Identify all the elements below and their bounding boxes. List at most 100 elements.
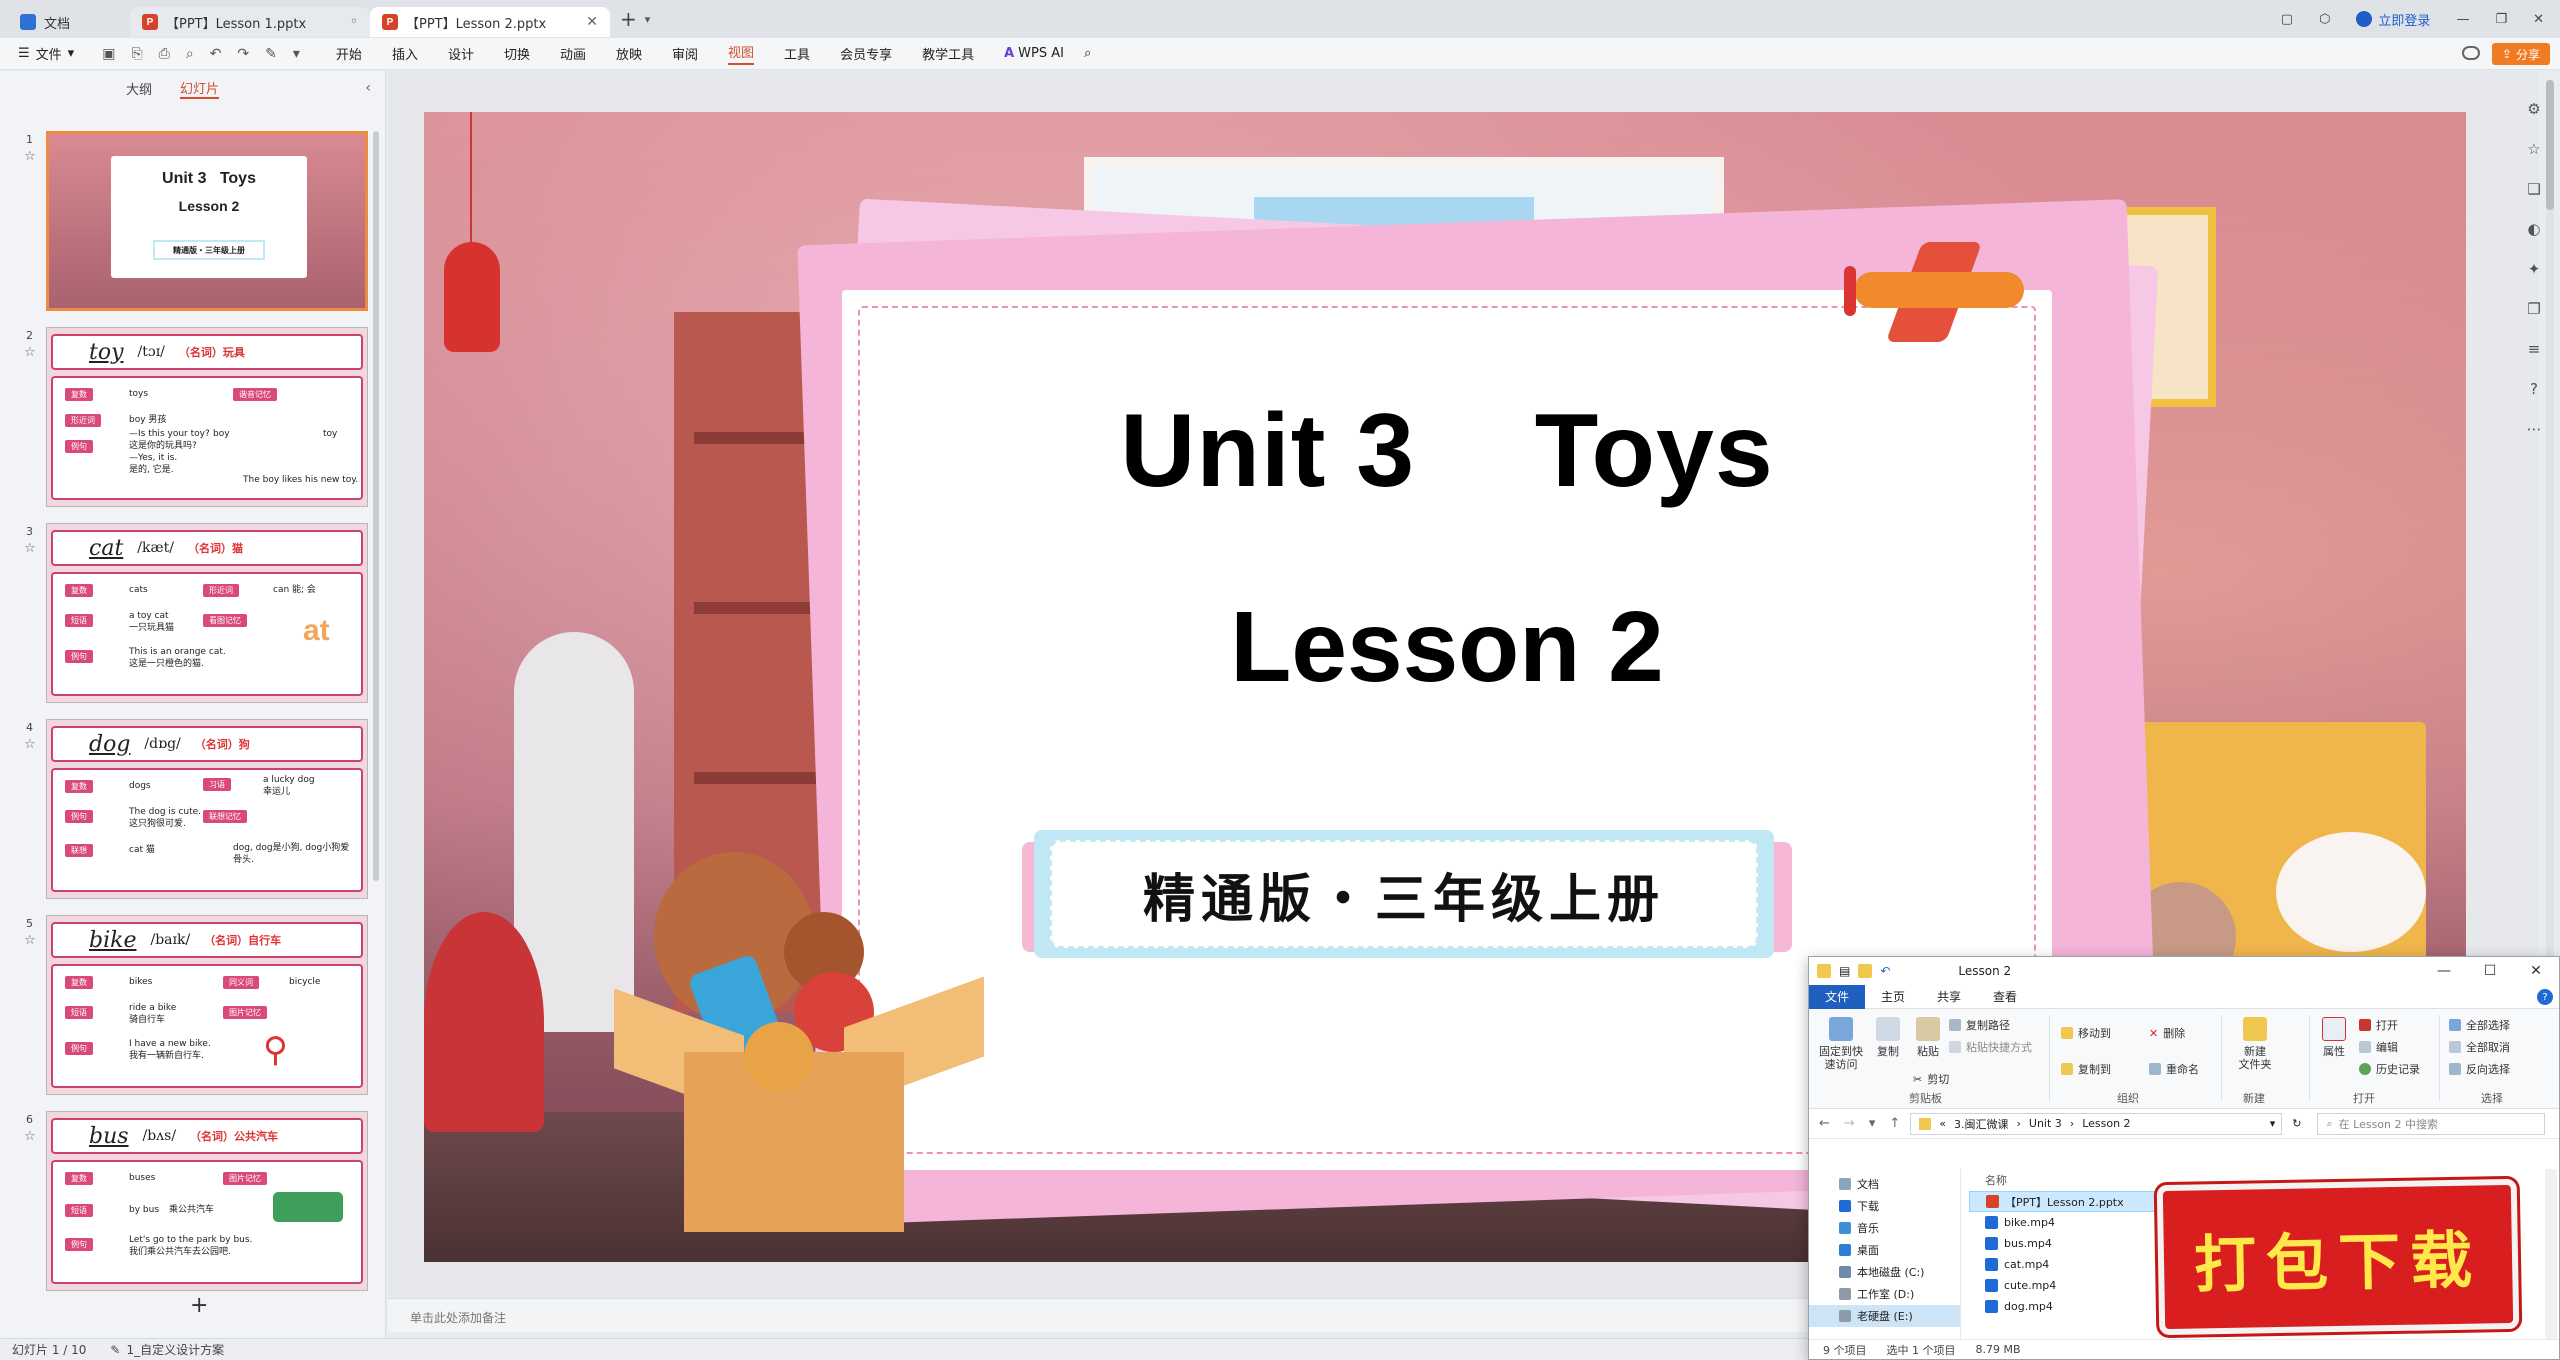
tab-outline[interactable]: 大纲: [126, 79, 152, 98]
notes-pane[interactable]: 单击此处添加备注: [388, 1298, 1808, 1332]
breadcrumb-item[interactable]: 3.闽汇微课: [1954, 1116, 2009, 1132]
refresh-icon[interactable]: ↻: [2292, 1117, 2301, 1130]
copy-to-button[interactable]: 复制到: [2061, 1061, 2111, 1077]
tab-lesson-2[interactable]: P 【PPT】Lesson 2.pptx ✕: [370, 7, 610, 37]
thumbnail-scrollbar[interactable]: [373, 131, 379, 881]
help-icon[interactable]: ?: [2537, 989, 2553, 1005]
download-banner[interactable]: 打包下载: [2156, 1178, 2520, 1336]
more-icon[interactable]: ⋯: [2527, 420, 2542, 438]
menu-design[interactable]: 设计: [448, 44, 474, 63]
tab-home[interactable]: 主页: [1865, 985, 1921, 1009]
menu-teaching-tools[interactable]: 教学工具: [922, 44, 974, 63]
nav-downloads[interactable]: 下载: [1809, 1195, 1960, 1217]
star-icon[interactable]: ☆: [24, 345, 36, 360]
slide-thumbnail[interactable]: cat /kæt/ （名词）猫 复数 cats 形近词 can 能; 会 短语 …: [46, 523, 368, 703]
nav-music[interactable]: 音乐: [1809, 1217, 1960, 1239]
tab-list-chevron-icon[interactable]: ▾: [645, 13, 651, 26]
slide-thumbnail[interactable]: dog /dɒg/ （名词）狗 复数 dogs 习语 a lucky dog 幸…: [46, 719, 368, 899]
layers-icon[interactable]: ≡: [2528, 340, 2541, 358]
tab-share[interactable]: 共享: [1921, 985, 1977, 1009]
nav-desktop[interactable]: 桌面: [1809, 1239, 1960, 1261]
maximize-icon[interactable]: ☐: [2467, 957, 2513, 985]
menu-review[interactable]: 审阅: [672, 44, 698, 63]
properties-button[interactable]: 属性: [2319, 1017, 2349, 1058]
paste-button[interactable]: 粘贴: [1913, 1017, 1943, 1058]
tab-close-icon[interactable]: ✕: [586, 14, 598, 30]
star-icon[interactable]: ☆: [24, 737, 36, 752]
star-icon[interactable]: ☆: [24, 933, 36, 948]
select-all-button[interactable]: 全部选择: [2449, 1017, 2510, 1033]
history-chevron-icon[interactable]: ▾: [1869, 1116, 1876, 1131]
invert-selection-button[interactable]: 反向选择: [2449, 1061, 2510, 1077]
breadcrumb-item[interactable]: Lesson 2: [2082, 1117, 2130, 1130]
book-icon[interactable]: ❐: [2527, 300, 2540, 318]
textbook-badge[interactable]: 精通版・三年级上册: [1050, 840, 1758, 948]
help-icon[interactable]: ?: [2530, 380, 2538, 398]
edit-button[interactable]: 编辑: [2359, 1039, 2398, 1055]
search-icon[interactable]: ⌕: [1084, 46, 1091, 61]
close-window-icon[interactable]: ✕: [2533, 12, 2544, 27]
properties-icon[interactable]: ▤: [1839, 964, 1850, 978]
search-input[interactable]: ⌕ 在 Lesson 2 中搜索: [2317, 1112, 2546, 1135]
print-preview-icon[interactable]: ⌕: [186, 46, 194, 62]
paste-shortcut-button[interactable]: 粘贴快捷方式: [1949, 1039, 2032, 1055]
layout-icon[interactable]: ▢: [2281, 12, 2293, 27]
address-chevron-icon[interactable]: ▾: [2270, 1117, 2282, 1130]
menu-insert[interactable]: 插入: [392, 44, 418, 63]
more-chevron-icon[interactable]: ▾: [293, 46, 300, 62]
cube-icon[interactable]: ⬡: [2319, 12, 2330, 27]
menu-home[interactable]: 开始: [336, 44, 362, 63]
new-tab-icon[interactable]: +: [620, 7, 637, 31]
print-icon[interactable]: ⎙: [159, 46, 170, 62]
copy-button[interactable]: 复制: [1873, 1017, 1903, 1058]
new-folder-button[interactable]: 新建 文件夹: [2235, 1017, 2275, 1071]
menu-tools[interactable]: 工具: [784, 44, 810, 63]
minimize-icon[interactable]: —: [2421, 957, 2467, 985]
file-list-scrollbar[interactable]: [2545, 1169, 2557, 1341]
breadcrumb-item[interactable]: Unit 3: [2029, 1117, 2062, 1130]
move-to-button[interactable]: 移动到: [2061, 1025, 2111, 1041]
collapse-panel-icon[interactable]: ‹: [365, 80, 371, 96]
tab-file[interactable]: 文件: [1809, 984, 1866, 1009]
save-icon[interactable]: ▣: [102, 46, 115, 62]
menu-animations[interactable]: 动画: [560, 44, 586, 63]
back-arrow-icon[interactable]: ←: [1819, 1116, 1830, 1131]
copy-path-button[interactable]: 复制路径: [1949, 1017, 2010, 1033]
tab-documents[interactable]: 文档: [8, 7, 130, 37]
magic-wand-icon[interactable]: ✦: [2528, 260, 2541, 278]
slide-thumbnail[interactable]: Unit 3 Toys Lesson 2 精通版・三年级上册: [46, 131, 368, 311]
redo-icon[interactable]: ↷: [237, 46, 249, 62]
slide-thumbnail[interactable]: bike /baɪk/ （名词）自行车 复数 bikes 同义词 bicycle…: [46, 915, 368, 1095]
maximize-icon[interactable]: ❐: [2495, 12, 2507, 27]
palette-icon[interactable]: ◐: [2527, 220, 2540, 238]
menu-transitions[interactable]: 切换: [504, 44, 530, 63]
slide-title[interactable]: Unit 3 Toys: [842, 392, 2052, 511]
menu-slideshow[interactable]: 放映: [616, 44, 642, 63]
cloud-sync-icon[interactable]: [2462, 46, 2480, 60]
tab-close-icon[interactable]: ◦: [350, 14, 358, 30]
add-slide-button[interactable]: +: [190, 1293, 208, 1318]
star-icon[interactable]: ☆: [2527, 140, 2540, 158]
wps-ai-button[interactable]: A WPS AI: [1004, 46, 1064, 61]
slide-subtitle[interactable]: Lesson 2: [842, 590, 2052, 705]
nav-drive-d[interactable]: 工作室 (D:): [1809, 1283, 1960, 1305]
history-button[interactable]: 历史记录: [2359, 1061, 2420, 1077]
star-icon[interactable]: ☆: [24, 149, 36, 164]
undo-icon[interactable]: ↶: [1880, 964, 1890, 978]
login-button[interactable]: 立即登录: [2356, 10, 2430, 29]
pin-quick-access-button[interactable]: 固定到快 速访问: [1815, 1017, 1867, 1071]
share-button[interactable]: ⇪ 分享: [2491, 43, 2550, 65]
rename-button[interactable]: 重命名: [2149, 1061, 2199, 1077]
tab-slides[interactable]: 幻灯片: [180, 78, 220, 99]
close-window-icon[interactable]: ✕: [2513, 957, 2559, 985]
star-icon[interactable]: ☆: [24, 1129, 36, 1144]
nav-documents[interactable]: 文档: [1809, 1173, 1960, 1195]
open-button[interactable]: 打开: [2359, 1017, 2398, 1033]
slide-thumbnail[interactable]: toy /tɔɪ/ （名词）玩具 复数 toys 谐音记忆 形近词 boy 男孩…: [46, 327, 368, 507]
minimize-icon[interactable]: —: [2456, 12, 2469, 27]
undo-icon[interactable]: ↶: [210, 46, 222, 62]
copy-icon[interactable]: ❏: [2527, 180, 2540, 198]
new-folder-icon[interactable]: [1858, 964, 1873, 978]
slide-thumbnail[interactable]: bus /bʌs/ （名词）公共汽车 复数 buses 图片记忆 短语 by b…: [46, 1111, 368, 1291]
file-menu[interactable]: ☰ 文件 ▾: [18, 44, 74, 63]
